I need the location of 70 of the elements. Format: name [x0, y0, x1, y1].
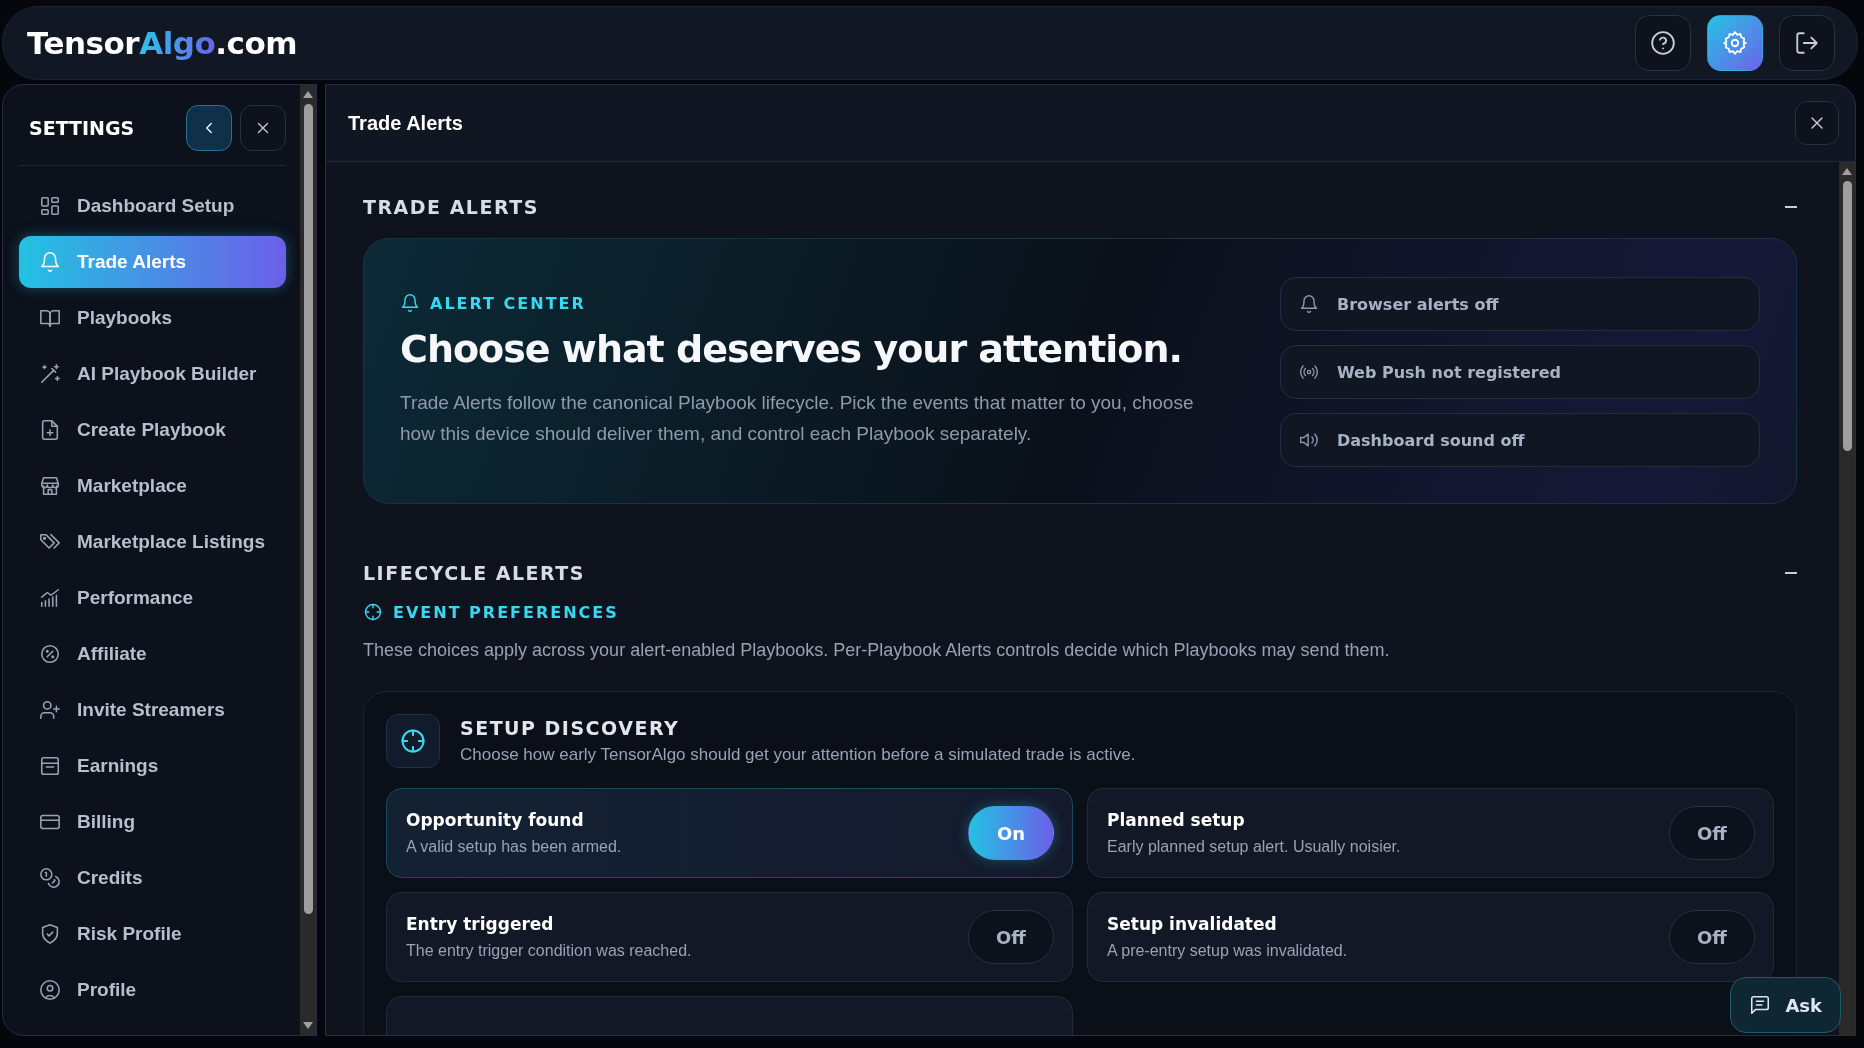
scrollbar[interactable] — [300, 85, 316, 1035]
logo[interactable]: TensorAlgo.com — [27, 25, 298, 61]
toggle-button[interactable]: Off — [968, 910, 1054, 964]
logout-icon — [1794, 30, 1820, 56]
group-title: SETUP DISCOVERY — [460, 717, 681, 739]
bell-icon — [1299, 294, 1319, 314]
status-pill: Browser alerts off — [1280, 277, 1760, 331]
logout-button[interactable] — [1779, 15, 1835, 71]
settings-button[interactable] — [1707, 15, 1763, 71]
chat-icon — [1749, 994, 1772, 1016]
user-plus-icon — [39, 699, 61, 721]
event-title: Opportunity found — [406, 810, 585, 830]
settings-icon — [1722, 30, 1748, 56]
toggle-button[interactable]: Off — [1669, 910, 1755, 964]
event-description: The entry trigger condition was reached. — [406, 942, 692, 960]
close-button[interactable] — [240, 105, 286, 151]
section-title: LIFECYCLE ALERTS — [363, 562, 585, 584]
wand-icon — [39, 363, 61, 385]
section-description: These choices apply across your alert-enabled Playbooks. Per-Playbook Alerts controls decide which Playbooks may send them. — [363, 640, 1391, 661]
event-description: Early planned setup alert. Usually noisier. — [1107, 838, 1401, 856]
sidebar-item[interactable]: Playbooks — [19, 292, 286, 344]
help-button[interactable] — [1635, 15, 1691, 71]
sidebar-item[interactable]: Affiliate — [19, 628, 286, 680]
store-icon — [39, 475, 61, 497]
sidebar-item[interactable]: Marketplace Listings — [19, 516, 286, 568]
bar-chart-icon — [39, 587, 61, 609]
close-button[interactable] — [1795, 101, 1839, 145]
event-title: Entry triggered — [406, 914, 555, 934]
bell-icon — [400, 293, 420, 313]
hero-description: Trade Alerts follow the canonical Playbook lifecycle. Pick the events that matter to you, choose how this device should deliver them, and control each Playbook separately. — [400, 391, 1195, 446]
back-button[interactable] — [186, 105, 232, 151]
hero-title: Choose what deserves your attention. — [400, 327, 1183, 371]
sidebar-item[interactable]: AI Playbook Builder — [19, 348, 286, 400]
crosshair-icon — [399, 727, 427, 755]
event-description: A pre-entry setup was invalidated. — [1107, 942, 1348, 960]
tray-icon — [39, 755, 61, 777]
book-icon — [39, 307, 61, 329]
event-title: Planned setup — [1107, 810, 1246, 830]
group-description: Choose how early TensorAlgo should get your attention before a simulated trade is active. — [460, 745, 1136, 765]
sidebar-item[interactable]: Performance — [19, 572, 286, 624]
bell-icon — [39, 251, 61, 273]
eyebrow-label: ALERT CENTER — [430, 293, 586, 313]
percent-badge-icon — [39, 643, 61, 665]
user-circle-icon — [39, 979, 61, 1001]
sidebar-item[interactable]: Create Playbook — [19, 404, 286, 456]
sidebar-item[interactable]: Risk Profile — [19, 908, 286, 960]
coins-icon — [39, 867, 61, 889]
grid-icon — [39, 195, 61, 217]
crosshair-icon — [363, 602, 383, 622]
panel-title: Trade Alerts — [348, 111, 463, 135]
section-title: TRADE ALERTS — [363, 196, 539, 218]
eyebrow-label: EVENT PREFERENCES — [393, 602, 619, 622]
help-icon — [1650, 30, 1676, 56]
sidebar-item[interactable]: Billing — [19, 796, 286, 848]
status-pill: Dashboard sound off — [1280, 413, 1760, 467]
sidebar-item[interactable]: Profile — [19, 964, 286, 1016]
sidebar-item[interactable]: Invite Streamers — [19, 684, 286, 736]
file-plus-icon — [39, 419, 61, 441]
toggle-button[interactable]: Off — [1669, 806, 1755, 860]
event-title: Setup invalidated — [1107, 914, 1278, 934]
ask-button[interactable]: Ask — [1730, 977, 1841, 1033]
sidebar-item[interactable]: Dashboard Setup — [19, 180, 286, 232]
shield-icon — [39, 923, 61, 945]
sidebar-item[interactable]: Earnings — [19, 740, 286, 792]
status-pill: Web Push not registered — [1280, 345, 1760, 399]
sidebar-title: SETTINGS — [29, 117, 136, 139]
scrollbar[interactable] — [1839, 162, 1855, 1035]
sidebar-item[interactable]: Credits — [19, 852, 286, 904]
sidebar-item[interactable]: Marketplace — [19, 460, 286, 512]
event-description: A valid setup has been armed. — [406, 838, 622, 856]
